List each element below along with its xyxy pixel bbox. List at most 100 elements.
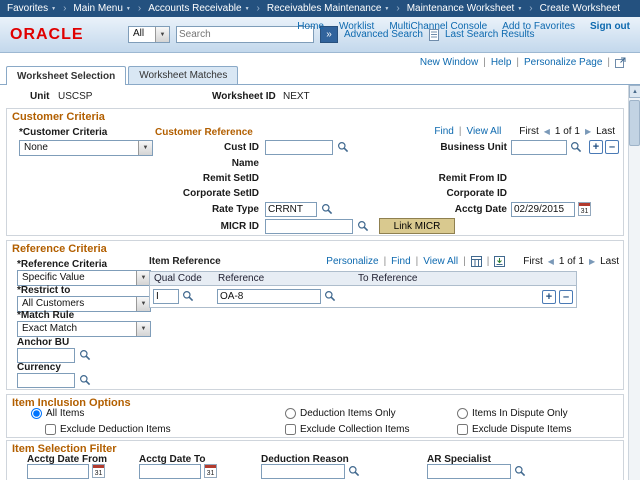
first-link[interactable]: First (523, 256, 542, 267)
chevron-down-icon[interactable]: ▼ (136, 322, 150, 336)
anchor-bu-input[interactable] (17, 348, 75, 363)
breadcrumb-maintenance-worksheet[interactable]: Maintenance Worksheet ▼ (407, 3, 523, 14)
reference-lookup-icon[interactable] (324, 290, 337, 303)
last-link[interactable]: Last (600, 256, 619, 267)
checkbox-exclude-collection-items-input[interactable] (285, 424, 296, 435)
breadcrumb-label: Accounts Receivable (148, 3, 242, 14)
anchor-bu-lookup-icon[interactable] (79, 349, 92, 362)
view-all-link[interactable]: View All (423, 256, 458, 267)
radio-deduction-items-only-input[interactable] (285, 408, 296, 419)
checkbox-exclude-dispute-items[interactable]: Exclude Dispute Items (457, 424, 572, 435)
ar-specialist-input[interactable] (427, 464, 511, 479)
radio-items-in-dispute-only-input[interactable] (457, 408, 468, 419)
checkbox-exclude-deduction-items-input[interactable] (45, 424, 56, 435)
radio-all-items[interactable]: All Items (31, 408, 84, 419)
home-link[interactable]: Home (297, 21, 324, 32)
currency-input[interactable] (17, 373, 75, 388)
breadcrumb-receivables-maintenance[interactable]: Receivables Maintenance ▼ (267, 3, 389, 14)
rate-type-lookup-icon[interactable] (321, 203, 334, 216)
add-to-favorites-link[interactable]: Add to Favorites (502, 21, 575, 32)
next-page-icon[interactable]: ▶ (585, 127, 591, 136)
copy-url-icon[interactable] (615, 57, 626, 68)
vertical-scrollbar[interactable]: ▲ (628, 85, 640, 480)
find-link[interactable]: Find (391, 256, 410, 267)
add-row-button[interactable]: + (589, 140, 603, 154)
tab-worksheet-selection[interactable]: Worksheet Selection (6, 66, 127, 85)
choice-label: Exclude Collection Items (300, 424, 410, 435)
chevron-down-icon[interactable]: ▼ (155, 27, 169, 42)
business-unit-lookup-icon[interactable] (570, 141, 583, 154)
choice-label: Exclude Deduction Items (60, 424, 171, 435)
business-unit-input[interactable] (511, 140, 567, 155)
checkbox-exclude-dispute-items-input[interactable] (457, 424, 468, 435)
radio-all-items-input[interactable] (31, 408, 42, 419)
customer-criteria-label: *Customer Criteria (19, 127, 108, 138)
personalize-link[interactable]: Personalize (326, 256, 378, 267)
find-link[interactable]: Find (434, 126, 453, 137)
chevron-down-icon[interactable]: ▼ (138, 141, 152, 155)
reference-criteria-dropdown[interactable]: Specific Value ▼ (17, 270, 151, 286)
separator: | (458, 126, 462, 137)
first-link[interactable]: First (519, 126, 538, 137)
micr-id-input[interactable] (265, 219, 353, 234)
breadcrumb-create-worksheet[interactable]: Create Worksheet (540, 3, 620, 14)
micr-id-lookup-icon[interactable] (357, 220, 370, 233)
breadcrumb-favorites[interactable]: Favorites ▼ (7, 3, 56, 14)
zoom-grid-icon[interactable] (470, 255, 482, 267)
ar-specialist-lookup-icon[interactable] (514, 465, 527, 478)
multichannel-console-link[interactable]: MultiChannel Console (389, 21, 487, 32)
checkbox-exclude-collection-items[interactable]: Exclude Collection Items (285, 424, 410, 435)
qual-code-lookup-icon[interactable] (182, 290, 195, 303)
deduction-reason-lookup-icon[interactable] (348, 465, 361, 478)
new-window-link[interactable]: New Window (420, 57, 478, 68)
acctg-date-input[interactable] (511, 202, 575, 217)
breadcrumb: Favorites ▼ › Main Menu ▼ › Accounts Recei… (0, 0, 640, 17)
scrollbar-thumb[interactable] (629, 100, 640, 146)
prev-page-icon[interactable]: ◀ (544, 127, 550, 136)
chevron-down-icon[interactable]: ▼ (136, 271, 150, 285)
last-link[interactable]: Last (596, 126, 615, 137)
rate-type-input[interactable] (265, 202, 317, 217)
personalize-page-link[interactable]: Personalize Page (524, 57, 602, 68)
cust-id-input[interactable] (265, 140, 333, 155)
prev-page-icon[interactable]: ◀ (548, 257, 554, 266)
acctg-date-from-input[interactable] (27, 464, 89, 479)
calendar-icon[interactable]: 31 (578, 202, 591, 216)
radio-items-in-dispute-only[interactable]: Items In Dispute Only (457, 408, 568, 419)
search-input[interactable] (176, 26, 314, 43)
choice-label: Deduction Items Only (300, 408, 396, 419)
calendar-icon[interactable]: 31 (92, 464, 105, 478)
breadcrumb-main-menu[interactable]: Main Menu ▼ (73, 3, 130, 14)
breadcrumb-accounts-receivable[interactable]: Accounts Receivable ▼ (148, 3, 249, 14)
chevron-down-icon[interactable]: ▼ (136, 297, 150, 311)
search-scope-dropdown[interactable]: All ▼ (128, 26, 170, 43)
match-rule-dropdown[interactable]: Exact Match ▼ (17, 321, 151, 337)
view-all-link[interactable]: View All (466, 126, 501, 137)
add-row-button[interactable]: + (542, 289, 556, 304)
link-micr-button[interactable]: Link MICR (379, 218, 455, 234)
delete-row-button[interactable]: – (605, 140, 619, 154)
sign-out-link[interactable]: Sign out (590, 21, 630, 32)
checkbox-exclude-deduction-items[interactable]: Exclude Deduction Items (45, 424, 171, 435)
scroll-up-button[interactable]: ▲ (629, 85, 640, 98)
qual-code-input[interactable] (153, 289, 179, 304)
acctg-date-to-input[interactable] (139, 464, 201, 479)
help-link[interactable]: Help (491, 57, 512, 68)
radio-deduction-items-only[interactable]: Deduction Items Only (285, 408, 396, 419)
acctg-date-label: Acctg Date (454, 204, 507, 215)
tab-worksheet-matches[interactable]: Worksheet Matches (128, 66, 239, 84)
oracle-logo: ORACLE (10, 26, 84, 43)
calendar-icon[interactable]: 31 (204, 464, 217, 478)
currency-lookup-icon[interactable] (79, 374, 92, 387)
section-title: Reference Criteria (12, 243, 107, 255)
deduction-reason-input[interactable] (261, 464, 345, 479)
reference-input[interactable] (217, 289, 321, 304)
restrict-to-label: *Restrict to (17, 285, 71, 296)
name-label: Name (231, 158, 259, 169)
worklist-link[interactable]: Worklist (339, 21, 374, 32)
cust-id-lookup-icon[interactable] (337, 141, 350, 154)
customer-criteria-dropdown[interactable]: None ▼ (19, 140, 153, 156)
download-icon[interactable] (494, 255, 506, 267)
delete-row-button[interactable]: – (559, 289, 573, 304)
next-page-icon[interactable]: ▶ (589, 257, 595, 266)
